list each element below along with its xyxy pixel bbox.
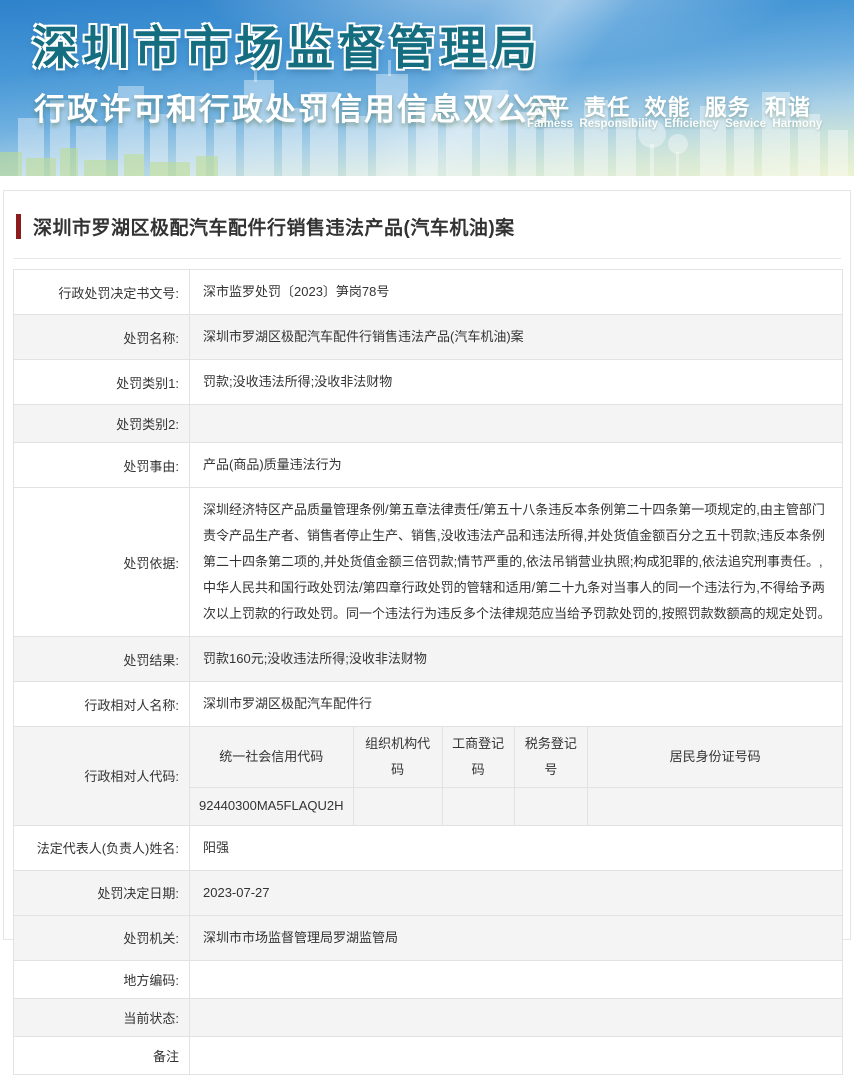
code-column-header: 统一社会信用代码	[190, 727, 353, 788]
row-label: 当前状态:	[14, 998, 190, 1036]
row-label: 法定代表人(负责人)姓名:	[14, 825, 190, 870]
code-value	[353, 788, 442, 825]
row-label: 处罚机关:	[14, 915, 190, 960]
table-row: 行政相对人名称:深圳市罗湖区极配汽车配件行	[14, 682, 843, 727]
row-label: 处罚决定日期:	[14, 870, 190, 915]
row-value: 统一社会信用代码组织机构代码工商登记码税务登记号居民身份证号码92440300M…	[190, 727, 843, 826]
code-column-header: 税务登记号	[514, 727, 588, 788]
penalty-table-body: 行政处罚决定书文号:深市监罗处罚〔2023〕笋岗78号处罚名称:深圳市罗湖区极配…	[14, 270, 843, 1075]
row-label: 行政处罚决定书文号:	[14, 270, 190, 315]
row-value: 罚款;没收违法所得;没收非法财物	[190, 360, 843, 405]
table-row: 处罚结果:罚款160元;没收违法所得;没收非法财物	[14, 637, 843, 682]
row-value	[190, 998, 843, 1036]
page-title: 深圳市罗湖区极配汽车配件行销售违法产品(汽车机油)案	[33, 213, 515, 240]
code-value	[588, 788, 842, 825]
row-label: 行政相对人名称:	[14, 682, 190, 727]
codes-header-row: 统一社会信用代码组织机构代码工商登记码税务登记号居民身份证号码	[190, 727, 842, 788]
code-column-header: 居民身份证号码	[588, 727, 842, 788]
table-row: 处罚事由:产品(商品)质量违法行为	[14, 443, 843, 488]
table-row: 处罚决定日期:2023-07-27	[14, 870, 843, 915]
table-row: 行政处罚决定书文号:深市监罗处罚〔2023〕笋岗78号	[14, 270, 843, 315]
row-label: 地方编码:	[14, 960, 190, 998]
row-label: 处罚事由:	[14, 443, 190, 488]
table-row: 处罚类别2:	[14, 405, 843, 443]
table-row: 处罚类别1:罚款;没收违法所得;没收非法财物	[14, 360, 843, 405]
title-accent-bar	[16, 214, 21, 239]
content-panel: 深圳市罗湖区极配汽车配件行销售违法产品(汽车机油)案 行政处罚决定书文号:深市监…	[3, 190, 851, 940]
row-value: 产品(商品)质量违法行为	[190, 443, 843, 488]
row-value: 深圳市罗湖区极配汽车配件行销售违法产品(汽车机油)案	[190, 315, 843, 360]
penalty-detail-table: 行政处罚决定书文号:深市监罗处罚〔2023〕笋岗78号处罚名称:深圳市罗湖区极配…	[13, 269, 843, 1075]
title-divider	[13, 258, 841, 259]
row-value: 深市监罗处罚〔2023〕笋岗78号	[190, 270, 843, 315]
banner-subtitle: 行政许可和行政处罚信用信息双公示	[34, 84, 562, 129]
row-value: 阳强	[190, 825, 843, 870]
org-title: 深圳市市场监督管理局	[32, 12, 542, 78]
case-title-row: 深圳市罗湖区极配汽车配件行销售违法产品(汽车机油)案	[4, 191, 850, 258]
row-value	[190, 405, 843, 443]
values-slogan-en: Faimess Responsibility Efficiency Servic…	[527, 118, 822, 130]
row-value	[190, 1036, 843, 1074]
row-value	[190, 960, 843, 998]
row-value: 深圳市市场监督管理局罗湖监管局	[190, 915, 843, 960]
table-row: 法定代表人(负责人)姓名:阳强	[14, 825, 843, 870]
row-label: 处罚依据:	[14, 488, 190, 637]
table-row: 处罚依据:深圳经济特区产品质量管理条例/第五章法律责任/第五十八条违反本条例第二…	[14, 488, 843, 637]
row-value: 2023-07-27	[190, 870, 843, 915]
table-row: 处罚机关:深圳市市场监督管理局罗湖监管局	[14, 915, 843, 960]
table-row: 地方编码:	[14, 960, 843, 998]
row-label: 处罚类别1:	[14, 360, 190, 405]
code-column-header: 工商登记码	[442, 727, 514, 788]
row-label: 处罚名称:	[14, 315, 190, 360]
row-value: 深圳经济特区产品质量管理条例/第五章法律责任/第五十八条违反本条例第二十四条第一…	[190, 488, 843, 637]
row-label: 备注	[14, 1036, 190, 1074]
code-column-header: 组织机构代码	[353, 727, 442, 788]
row-label: 处罚结果:	[14, 637, 190, 682]
row-value: 深圳市罗湖区极配汽车配件行	[190, 682, 843, 727]
row-value: 罚款160元;没收违法所得;没收非法财物	[190, 637, 843, 682]
table-row: 备注	[14, 1036, 843, 1074]
table-row: 行政相对人代码:统一社会信用代码组织机构代码工商登记码税务登记号居民身份证号码9…	[14, 727, 843, 826]
header-banner: 深圳市市场监督管理局 行政许可和行政处罚信用信息双公示 公平 责任 效能 服务 …	[0, 0, 854, 176]
table-row: 处罚名称:深圳市罗湖区极配汽车配件行销售违法产品(汽车机油)案	[14, 315, 843, 360]
codes-value-row: 92440300MA5FLAQU2H	[190, 788, 842, 825]
relative-person-codes-table: 统一社会信用代码组织机构代码工商登记码税务登记号居民身份证号码92440300M…	[190, 727, 842, 825]
code-value	[514, 788, 588, 825]
row-label: 行政相对人代码:	[14, 727, 190, 826]
row-label: 处罚类别2:	[14, 405, 190, 443]
code-value: 92440300MA5FLAQU2H	[190, 788, 353, 825]
code-value	[442, 788, 514, 825]
table-row: 当前状态:	[14, 998, 843, 1036]
